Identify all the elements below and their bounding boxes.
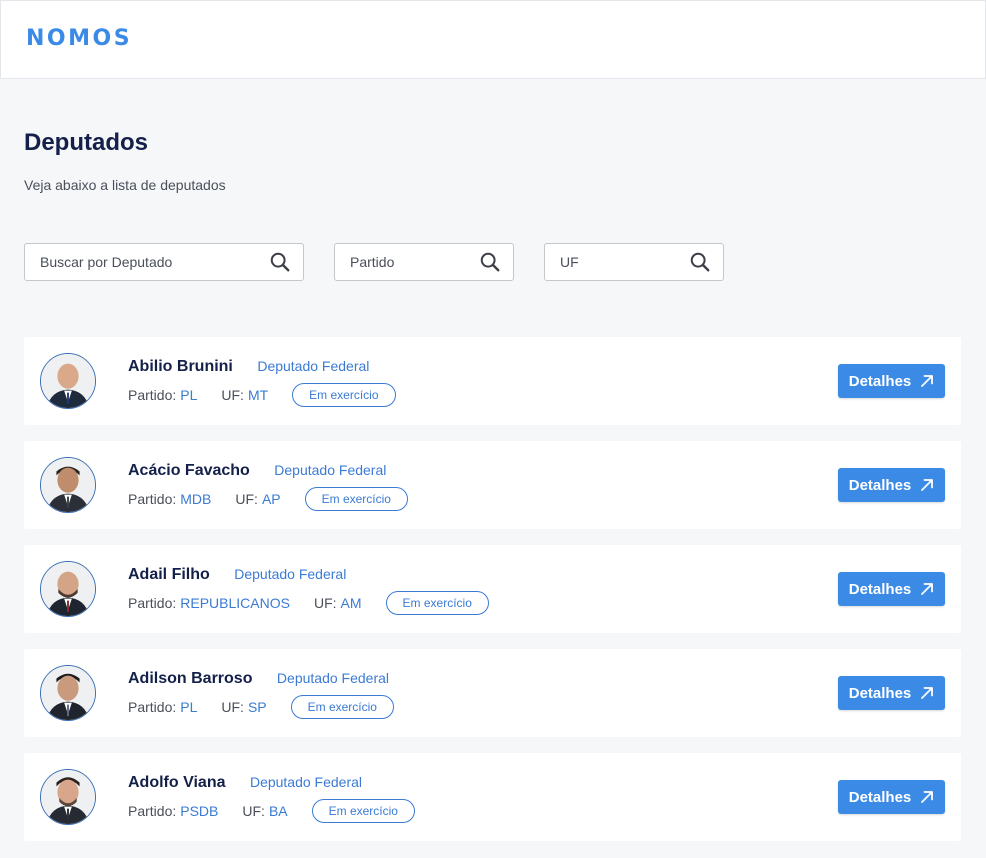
page-subtitle: Veja abaixo a lista de deputados [24, 177, 226, 193]
details-button-label: Detalhes [848, 684, 912, 702]
deputado-name: Adolfo Viana [128, 774, 226, 791]
partido-value: PSDB [180, 803, 219, 819]
deputado-info-row: Partido: MDB UF: AP Em exercício [128, 487, 408, 511]
uf-search-box [544, 243, 724, 281]
deputado-name: Acácio Favacho [128, 462, 250, 479]
partido-label: Partido: [128, 595, 177, 611]
details-button-label: Detalhes [848, 788, 912, 806]
arrow-up-right-icon [921, 479, 934, 491]
deputado-card: Acácio Favacho Deputado Federal Partido:… [24, 441, 961, 529]
details-button[interactable]: Detalhes [838, 676, 945, 710]
deputado-role: Deputado Federal [249, 774, 363, 790]
deputado-search-input[interactable] [25, 244, 303, 280]
deputado-card: Abilio Brunini Deputado Federal Partido:… [24, 337, 961, 425]
details-button[interactable]: Detalhes [838, 572, 945, 606]
uf-label: UF: [242, 803, 265, 819]
status-badge: Em exercício [311, 799, 415, 823]
details-button[interactable]: Detalhes [838, 468, 945, 502]
arrow-up-right-icon [921, 791, 934, 803]
deputado-avatar [40, 769, 96, 825]
status-badge: Em exercício [385, 591, 489, 615]
uf-label: UF: [235, 491, 258, 507]
uf-value: MT [247, 387, 269, 403]
deputado-info-row: Partido: PL UF: SP Em exercício [128, 695, 394, 719]
details-button[interactable]: Detalhes [838, 364, 945, 398]
deputado-role: Deputado Federal [276, 670, 389, 686]
deputado-name: Abilio Brunini [128, 358, 233, 375]
details-button-label: Detalhes [848, 372, 912, 390]
deputado-avatar [40, 665, 96, 721]
deputado-avatar [40, 353, 96, 409]
status-badge: Em exercício [304, 487, 408, 511]
status-badge: Em exercício [290, 695, 394, 719]
partido-value: PL [180, 699, 198, 715]
uf-label: UF: [221, 387, 244, 403]
arrow-up-right-icon [921, 375, 934, 387]
deputado-card: Adail Filho Deputado Federal Partido: RE… [24, 545, 961, 633]
uf-value: BA [268, 803, 288, 819]
deputado-search-box [24, 243, 304, 281]
deputado-name-row: Abilio Brunini Deputado Federal [128, 358, 369, 376]
deputado-name-row: Adilson Barroso Deputado Federal [128, 670, 389, 688]
partido-value: MDB [180, 491, 212, 507]
partido-label: Partido: [128, 803, 177, 819]
partido-label: Partido: [128, 387, 177, 403]
deputado-role: Deputado Federal [274, 462, 387, 478]
partido-value: PL [180, 387, 198, 403]
partido-label: Partido: [128, 699, 177, 715]
details-button[interactable]: Detalhes [838, 780, 945, 814]
uf-value: AM [340, 595, 362, 611]
search-icon[interactable] [269, 251, 291, 273]
uf-value: SP [247, 699, 267, 715]
uf-label: UF: [221, 699, 244, 715]
deputado-role: Deputado Federal [257, 358, 370, 374]
search-icon[interactable] [479, 251, 501, 273]
deputado-card: Adilson Barroso Deputado Federal Partido… [24, 649, 961, 737]
deputado-card: Adolfo Viana Deputado Federal Partido: P… [24, 753, 961, 841]
deputado-name: Adail Filho [128, 566, 210, 583]
page-title: Deputados [24, 129, 149, 156]
deputado-name-row: Adolfo Viana Deputado Federal [128, 774, 362, 792]
uf-label: UF: [313, 595, 337, 611]
status-badge: Em exercício [292, 383, 396, 407]
deputado-avatar [40, 457, 96, 513]
details-button-label: Detalhes [848, 580, 912, 598]
partido-search-box [334, 243, 514, 281]
deputado-name: Adilson Barroso [128, 670, 253, 687]
deputado-name-row: Acácio Favacho Deputado Federal [128, 462, 386, 480]
deputado-info-row: Partido: REPUBLICANOS UF: AM Em exercíci… [128, 591, 489, 615]
arrow-up-right-icon [921, 687, 934, 699]
partido-label: Partido: [128, 491, 177, 507]
details-button-label: Detalhes [848, 476, 912, 494]
deputado-info-row: Partido: PSDB UF: BA Em exercício [128, 799, 415, 823]
search-icon[interactable] [689, 251, 711, 273]
deputado-avatar [40, 561, 96, 617]
deputado-info-row: Partido: PL UF: MT Em exercício [128, 383, 396, 407]
uf-value: AP [261, 491, 281, 507]
nomos-logo[interactable]: NOMOS [26, 26, 132, 51]
top-bar: NOMOS [0, 0, 986, 79]
deputado-name-row: Adail Filho Deputado Federal [128, 566, 346, 584]
arrow-up-right-icon [921, 583, 934, 595]
deputado-role: Deputado Federal [234, 566, 347, 582]
partido-value: REPUBLICANOS [180, 595, 290, 611]
